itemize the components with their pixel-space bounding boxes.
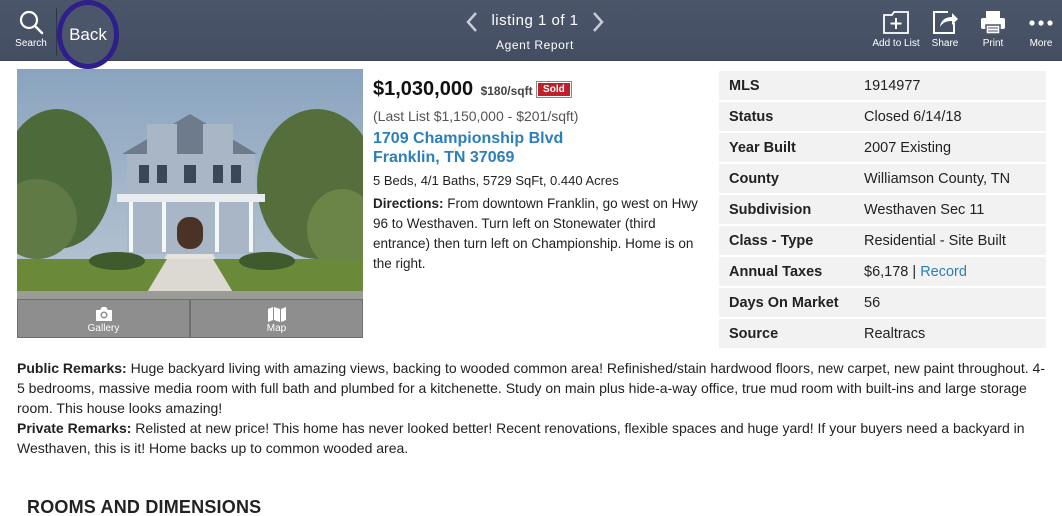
detail-value: 2007 Existing <box>854 133 1046 162</box>
public-remarks-label: Public Remarks: <box>17 360 127 376</box>
top-toolbar: Search listing 1 of 1 Agent Report Add t… <box>0 0 1062 61</box>
detail-value: Residential - Site Built <box>854 226 1046 255</box>
share-button[interactable]: Share <box>924 0 966 61</box>
listing-counter: listing 1 of 1 <box>491 12 579 29</box>
print-icon <box>981 11 1005 35</box>
price-row: $1,030,000 $180/sqft Sold <box>373 78 708 104</box>
listing-summary: $1,030,000 $180/sqft Sold (Last List $1,… <box>373 78 708 274</box>
private-remarks-text: Relisted at new price! This home has nev… <box>17 420 1025 456</box>
report-type: Agent Report <box>496 38 574 52</box>
address-street: 1709 Championship Blvd <box>373 130 564 147</box>
detail-label: Source <box>719 319 854 348</box>
add-to-list-icon <box>883 11 909 34</box>
detail-label: Class - Type <box>719 226 854 255</box>
detail-label: Days On Market <box>719 288 854 317</box>
map-label: Map <box>266 323 287 334</box>
table-row: Days On Market 56 <box>719 288 1046 317</box>
gallery-button[interactable]: Gallery <box>17 299 190 338</box>
camera-icon <box>95 307 112 321</box>
table-row: County Williamson County, TN <box>719 164 1046 193</box>
sale-price: $1,030,000 <box>373 78 474 100</box>
table-row: Annual Taxes $6,178 | Record <box>719 257 1046 286</box>
status-badge: Sold <box>536 81 572 98</box>
address-link[interactable]: 1709 Championship Blvd Franklin, TN 3706… <box>373 129 708 167</box>
detail-value: Williamson County, TN <box>854 164 1046 193</box>
share-label: Share <box>931 38 959 49</box>
chevron-right-icon[interactable] <box>589 10 607 34</box>
table-row: Subdivision Westhaven Sec 11 <box>719 195 1046 224</box>
directions: Directions: From downtown Franklin, go w… <box>373 194 708 274</box>
private-remarks: Private Remarks: Relisted at new price! … <box>17 418 1052 458</box>
detail-value: 1914977 <box>854 71 1046 100</box>
print-button[interactable]: Print <box>974 0 1012 61</box>
detail-value: Westhaven Sec 11 <box>854 195 1046 224</box>
search-icon <box>19 10 44 35</box>
last-list-price: (Last List $1,150,000 - $201/sqft) <box>373 108 579 124</box>
detail-value: Closed 6/14/18 <box>854 102 1046 131</box>
map-button[interactable]: Map <box>190 299 363 338</box>
photo-nav-bar: Gallery Map <box>17 299 363 338</box>
address-city: Franklin, TN 37069 <box>373 149 515 166</box>
table-row: Source Realtracs <box>719 319 1046 348</box>
private-remarks-label: Private Remarks: <box>17 420 132 436</box>
table-row: Year Built 2007 Existing <box>719 133 1046 162</box>
add-to-list-button[interactable]: Add to List <box>868 0 924 61</box>
property-facts: 5 Beds, 4/1 Baths, 5729 SqFt, 0.440 Acre… <box>373 173 619 188</box>
detail-value: 56 <box>854 288 1046 317</box>
table-row: Status Closed 6/14/18 <box>719 102 1046 131</box>
print-label: Print <box>982 38 1004 49</box>
map-icon <box>267 307 286 322</box>
more-icon <box>1029 20 1053 26</box>
tax-amount: $6,178 | <box>864 263 921 280</box>
table-row: MLS 1914977 <box>719 71 1046 100</box>
detail-value: $6,178 | Record <box>854 257 1046 286</box>
directions-label: Directions: <box>373 196 444 211</box>
detail-label: Annual Taxes <box>719 257 854 286</box>
detail-value: Realtracs <box>854 319 1046 348</box>
tax-record-link[interactable]: Record <box>920 264 967 280</box>
details-table: MLS 1914977 Status Closed 6/14/18 Year Bui… <box>719 69 1046 350</box>
add-to-list-label: Add to List <box>872 38 920 49</box>
table-row: Class - Type Residential - Site Built <box>719 226 1046 255</box>
detail-label: Year Built <box>719 133 854 162</box>
remarks-section: Public Remarks: Huge backyard living wit… <box>17 358 1052 458</box>
detail-label: Subdivision <box>719 195 854 224</box>
back-button[interactable]: Back <box>57 0 119 69</box>
search-label: Search <box>15 38 47 49</box>
public-remarks-text: Huge backyard living with amazing views,… <box>17 360 1045 416</box>
rooms-section-title: ROOMS AND DIMENSIONS <box>27 497 262 516</box>
more-label: More <box>1029 38 1053 49</box>
listing-navigator: listing 1 of 1 Agent Report <box>460 6 610 56</box>
detail-label: County <box>719 164 854 193</box>
house-photo-image <box>17 69 363 299</box>
search-button[interactable]: Search <box>10 0 52 61</box>
price-per-sqft: $180/sqft <box>480 84 533 98</box>
detail-label: Status <box>719 102 854 131</box>
gallery-label: Gallery <box>87 323 120 334</box>
detail-label: MLS <box>719 71 854 100</box>
listing-photo[interactable] <box>17 69 363 299</box>
share-icon <box>933 11 958 34</box>
more-button[interactable]: More <box>1022 0 1060 61</box>
public-remarks: Public Remarks: Huge backyard living wit… <box>17 358 1052 418</box>
